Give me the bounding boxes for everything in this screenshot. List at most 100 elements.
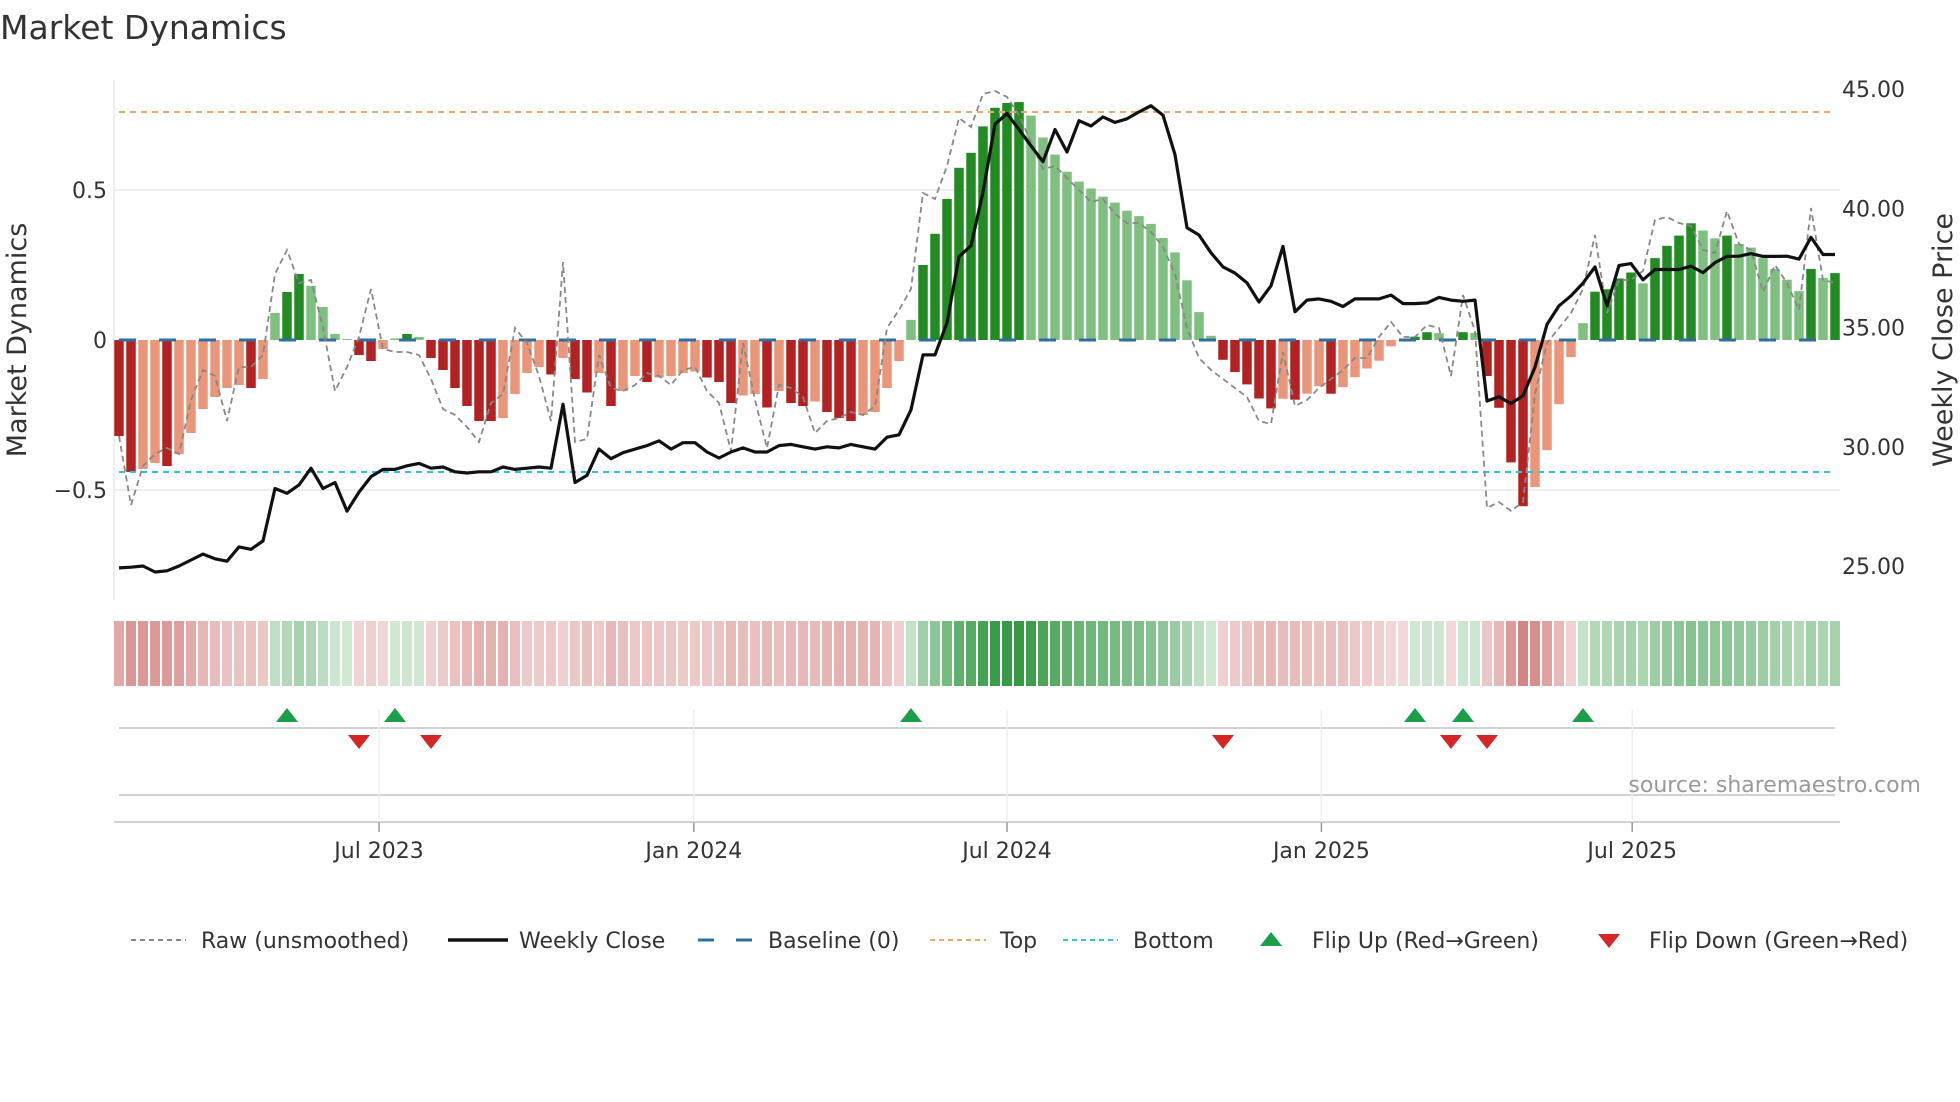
- heatmap-cell: [1362, 621, 1372, 686]
- histogram-bar: [1002, 103, 1012, 340]
- heatmap-cell: [1806, 621, 1816, 686]
- heatmap-cell: [1326, 621, 1336, 686]
- histogram-bar: [450, 340, 460, 388]
- histogram-bar: [534, 340, 544, 367]
- legend-flip-down-icon: [1598, 934, 1620, 948]
- heatmap-cell: [1746, 621, 1756, 686]
- raw-series-line: [118, 90, 1836, 513]
- histogram-bar: [1338, 340, 1348, 388]
- histogram-bar: [1122, 210, 1132, 340]
- flip-up-marker: [276, 708, 298, 722]
- heatmap-cell: [258, 621, 268, 686]
- histogram-bar: [486, 340, 496, 421]
- legend-close-label: Weekly Close: [519, 929, 665, 954]
- histogram-bar: [1362, 340, 1372, 369]
- histogram-bar: [1182, 280, 1192, 340]
- histogram-bar: [774, 340, 784, 391]
- heatmap-cell: [906, 621, 916, 686]
- flip-down-marker: [1212, 735, 1234, 749]
- histogram-bar: [306, 286, 316, 340]
- heatmap-cell: [294, 621, 304, 686]
- heatmap-cell: [282, 621, 292, 686]
- heatmap-cell: [594, 621, 604, 686]
- heatmap-cell: [870, 621, 880, 686]
- histogram-bar: [426, 340, 436, 358]
- heatmap-cell: [1146, 621, 1156, 686]
- heatmap-cell: [1074, 621, 1084, 686]
- heatmap-cell: [1638, 621, 1648, 686]
- y-axis-label: Market Dynamics: [2, 223, 33, 458]
- heatmap-strip: [114, 621, 1840, 686]
- histogram-bar: [786, 340, 796, 403]
- histogram-bar: [726, 340, 736, 403]
- histogram-bar: [1638, 283, 1648, 340]
- heatmap-cell: [1158, 621, 1168, 686]
- heatmap-cell: [702, 621, 712, 686]
- heatmap-cell: [1578, 621, 1588, 686]
- histogram-bar: [390, 338, 400, 340]
- heatmap-cell: [894, 621, 904, 686]
- histogram-bar: [690, 340, 700, 372]
- heatmap-cell: [846, 621, 856, 686]
- flip-down-marker: [1440, 735, 1462, 749]
- flip-up-marker: [1404, 708, 1426, 722]
- heatmap-cell: [126, 621, 136, 686]
- legend-bottom-label: Bottom: [1133, 929, 1214, 954]
- heatmap-cell: [498, 621, 508, 686]
- heatmap-cell: [762, 621, 772, 686]
- heatmap-cell: [990, 621, 1000, 686]
- chart-title: Market Dynamics: [0, 8, 287, 47]
- heatmap-cell: [822, 621, 832, 686]
- histogram-bar: [702, 340, 712, 378]
- histogram-bar: [834, 340, 844, 418]
- y-tick-label: 0.5: [72, 179, 107, 204]
- heatmap-cell: [1182, 621, 1192, 686]
- heatmap-cell: [1230, 621, 1240, 686]
- heatmap-cell: [1830, 621, 1840, 686]
- histogram-bar: [1674, 235, 1684, 340]
- x-tick-label: Jan 2025: [1271, 839, 1370, 864]
- heatmap-cell: [522, 621, 532, 686]
- histogram-bar: [1626, 272, 1636, 340]
- heatmap-cell: [1386, 621, 1396, 686]
- heatmap-cell: [1398, 621, 1408, 686]
- histogram-bar: [558, 340, 568, 358]
- heatmap-cell: [570, 621, 580, 686]
- histogram-bar: [1230, 340, 1240, 373]
- heatmap-cell: [630, 621, 640, 686]
- heatmap-cell: [666, 621, 676, 686]
- histogram-bar: [366, 340, 376, 361]
- heatmap-cell: [1098, 621, 1108, 686]
- heatmap-cell: [546, 621, 556, 686]
- histogram-bar: [846, 340, 856, 421]
- y2-tick-label: 30.00: [1842, 436, 1905, 461]
- histogram-bar: [618, 340, 628, 391]
- heatmap-cell: [1770, 621, 1780, 686]
- histogram-bar: [810, 340, 820, 402]
- histogram-bar: [546, 340, 556, 375]
- histogram-bar: [282, 292, 292, 340]
- heatmap-cell: [354, 621, 364, 686]
- heatmap-cell: [1698, 621, 1708, 686]
- heatmap-cell: [690, 621, 700, 686]
- heatmap-cell: [462, 621, 472, 686]
- histogram-bar: [762, 340, 772, 408]
- heatmap-cell: [1566, 621, 1576, 686]
- heatmap-cell: [1278, 621, 1288, 686]
- legend-flip-up-icon: [1260, 932, 1282, 946]
- y2-tick-label: 45.00: [1842, 78, 1905, 103]
- histogram-bar: [1746, 247, 1756, 340]
- heatmap-cell: [1374, 621, 1384, 686]
- histogram-bar: [1062, 171, 1072, 340]
- heatmap-cell: [426, 621, 436, 686]
- heatmap-cell: [1290, 621, 1300, 686]
- heatmap-cell: [786, 621, 796, 686]
- heatmap-cell: [1686, 621, 1696, 686]
- heatmap-cell: [1782, 621, 1792, 686]
- histogram-bar: [714, 340, 724, 382]
- heatmap-cell: [1518, 621, 1528, 686]
- heatmap-cell: [1530, 621, 1540, 686]
- histogram-bar: [1254, 340, 1264, 399]
- histogram-bar: [1818, 277, 1828, 340]
- heatmap-cell: [1494, 621, 1504, 686]
